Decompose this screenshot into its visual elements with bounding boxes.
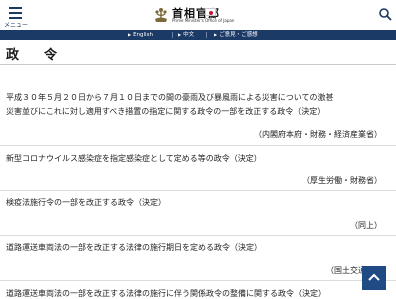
back-to-top-button[interactable] bbox=[362, 266, 386, 290]
menu-button[interactable]: メニュー bbox=[4, 3, 30, 29]
nav-divider bbox=[172, 32, 173, 38]
divider bbox=[0, 145, 396, 146]
site-logo[interactable]: 首相官邸 Prime Minister's Office of Japan bbox=[154, 5, 244, 27]
divider bbox=[0, 280, 396, 281]
hamburger-icon bbox=[9, 7, 22, 19]
chevron-right-icon: ▶ bbox=[128, 32, 132, 37]
cabinet-order-title[interactable]: 検疫法施行令の一部を改正する政令（決定） bbox=[6, 197, 166, 208]
cabinet-order-title[interactable]: 新型コロナウイルス感染症を指定感染症として定める等の政令（決定） bbox=[6, 153, 262, 164]
cabinet-order-title[interactable]: 道路運送車両法の一部を改正する法律の施行に伴う関係政令の整備に関する政令（決定） bbox=[6, 288, 326, 299]
paulownia-crest-icon bbox=[155, 8, 167, 22]
cabinet-order-title[interactable]: 道路運送車両法の一部を改正する法律の施行期日を定める政令（決定） bbox=[6, 242, 262, 253]
menu-label: メニュー bbox=[4, 22, 29, 29]
japan-flag-icon bbox=[205, 8, 216, 16]
chevron-right-icon: ▶ bbox=[214, 32, 218, 37]
cabinet-order-title[interactable]: 平成３０年５月２０日から７月１０日までの間の豪雨及び暴風雨による災害についての激… bbox=[6, 92, 334, 103]
nav-english[interactable]: ▶ English bbox=[128, 30, 153, 40]
cabinet-order-title[interactable]: 災害並びにこれに対し適用すべき措置の指定に関する政令の一部を改正する政令（決定） bbox=[6, 106, 325, 117]
ministry-label: （内閣府本府・財務・経済産業省） bbox=[254, 130, 382, 139]
nav-feedback[interactable]: ▶ ご意見・ご感想 bbox=[214, 30, 258, 40]
search-icon[interactable] bbox=[378, 7, 392, 21]
logo-text-en: Prime Minister's Office of Japan bbox=[172, 18, 235, 23]
page-title: 政 令 bbox=[6, 48, 64, 63]
chevron-up-icon bbox=[368, 273, 380, 281]
language-nav: ▶ English ▶ 中文 ▶ ご意見・ご感想 bbox=[0, 30, 396, 40]
ministry-label: （厚生労働・財務省） bbox=[302, 176, 382, 185]
site-header: メニュー 首相官邸 Prime Minister's Office of Jap… bbox=[0, 0, 396, 30]
chevron-right-icon: ▶ bbox=[178, 32, 182, 37]
nav-divider bbox=[206, 32, 207, 38]
divider bbox=[0, 64, 396, 65]
divider bbox=[0, 235, 396, 236]
ministry-label: （同上） bbox=[350, 221, 382, 230]
nav-chinese[interactable]: ▶ 中文 bbox=[178, 30, 194, 40]
divider bbox=[0, 190, 396, 191]
